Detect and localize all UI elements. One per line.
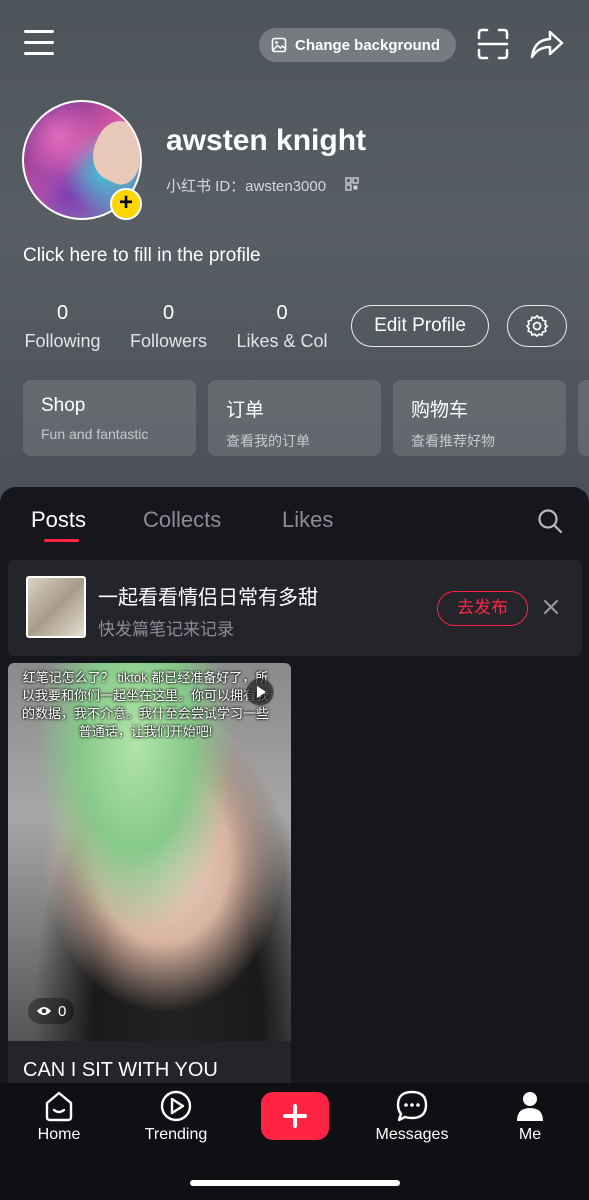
stat-value: 0	[162, 302, 175, 324]
stat-likes-collects[interactable]: 0 Likes & Col	[235, 302, 329, 352]
active-tab-indicator	[44, 539, 79, 542]
card-title: 购物车	[411, 400, 469, 421]
settings-button[interactable]	[507, 305, 567, 347]
stat-label: Likes & Col	[236, 331, 328, 351]
tab-posts[interactable]: Posts	[31, 507, 86, 533]
nav-label: Messages	[375, 1126, 449, 1143]
post-title: CAN I SIT WITH YOU	[23, 1059, 218, 1081]
card-subtitle: 查看我的订单	[226, 433, 310, 449]
search-icon[interactable]	[537, 508, 563, 534]
card-shop[interactable]: Shop Fun and fantastic	[23, 380, 196, 456]
nav-label: Trending	[144, 1126, 208, 1143]
stat-value: 0	[276, 302, 288, 324]
view-count: 0	[28, 998, 75, 1024]
stat-value: 0	[56, 302, 69, 324]
stat-following[interactable]: 0 Following	[23, 302, 102, 352]
card-title: Shop	[41, 395, 86, 416]
avatar-add-button[interactable]: +	[110, 188, 142, 220]
stat-label: Followers	[129, 331, 208, 351]
play-icon	[246, 678, 274, 706]
card-cart[interactable]: 购物车 查看推荐好物	[393, 380, 566, 456]
nav-label: Me	[518, 1126, 542, 1143]
promo-banner[interactable]: 一起看看情侣日常有多甜 快发篇笔记来记录 去发布	[8, 560, 582, 656]
close-icon[interactable]	[542, 598, 560, 616]
nav-label: Home	[37, 1126, 81, 1143]
create-post-button[interactable]	[261, 1092, 329, 1140]
promo-subtitle: 快发篇笔记来记录	[98, 620, 234, 639]
view-count-value: 0	[58, 1002, 67, 1020]
bio-prompt[interactable]: Click here to fill in the profile	[23, 245, 261, 267]
play-circle-icon	[160, 1090, 192, 1122]
card-subtitle: Fun and fantastic	[41, 426, 149, 442]
username: awsten knight	[166, 124, 367, 157]
tab-likes[interactable]: Likes	[282, 507, 333, 533]
home-icon	[45, 1091, 73, 1122]
card-overflow[interactable]	[578, 380, 589, 456]
promo-title: 一起看看情侣日常有多甜	[98, 587, 318, 609]
top-bar: Change background	[0, 0, 589, 90]
scan-icon[interactable]	[476, 27, 510, 61]
tab-collects[interactable]: Collects	[143, 507, 221, 533]
card-orders[interactable]: 订单 查看我的订单	[208, 380, 381, 456]
share-icon[interactable]	[529, 27, 565, 61]
menu-button[interactable]	[24, 30, 58, 58]
stat-label: Following	[24, 331, 101, 351]
stat-followers[interactable]: 0 Followers	[129, 302, 208, 352]
person-icon	[517, 1092, 543, 1121]
tab-bar: Posts Collects Likes	[0, 487, 589, 551]
edit-profile-button[interactable]: Edit Profile	[351, 305, 489, 347]
card-subtitle: 查看推荐好物	[411, 433, 495, 449]
card-title: 订单	[226, 400, 265, 421]
home-indicator[interactable]	[190, 1180, 400, 1186]
post-overlay-text: 红笔记怎么了？ tiktok 都已经准备好了，所以我要和你们一起坐在这里。你可以…	[21, 670, 269, 739]
post-card[interactable]: 红笔记怎么了？ tiktok 都已经准备好了，所以我要和你们一起坐在这里。你可以…	[8, 663, 291, 1093]
promo-publish-button[interactable]: 去发布	[437, 591, 528, 626]
menu-icon	[24, 30, 54, 33]
promo-thumbnail	[26, 576, 86, 638]
eye-icon	[37, 1007, 51, 1015]
chat-icon	[396, 1090, 428, 1122]
change-background-label: Change background	[295, 36, 441, 54]
image-icon	[271, 37, 287, 53]
gear-icon	[526, 315, 548, 337]
change-background-button[interactable]: Change background	[259, 28, 456, 62]
qr-code-icon[interactable]	[345, 177, 359, 191]
user-id: 小红书 ID：awsten3000	[166, 178, 327, 195]
